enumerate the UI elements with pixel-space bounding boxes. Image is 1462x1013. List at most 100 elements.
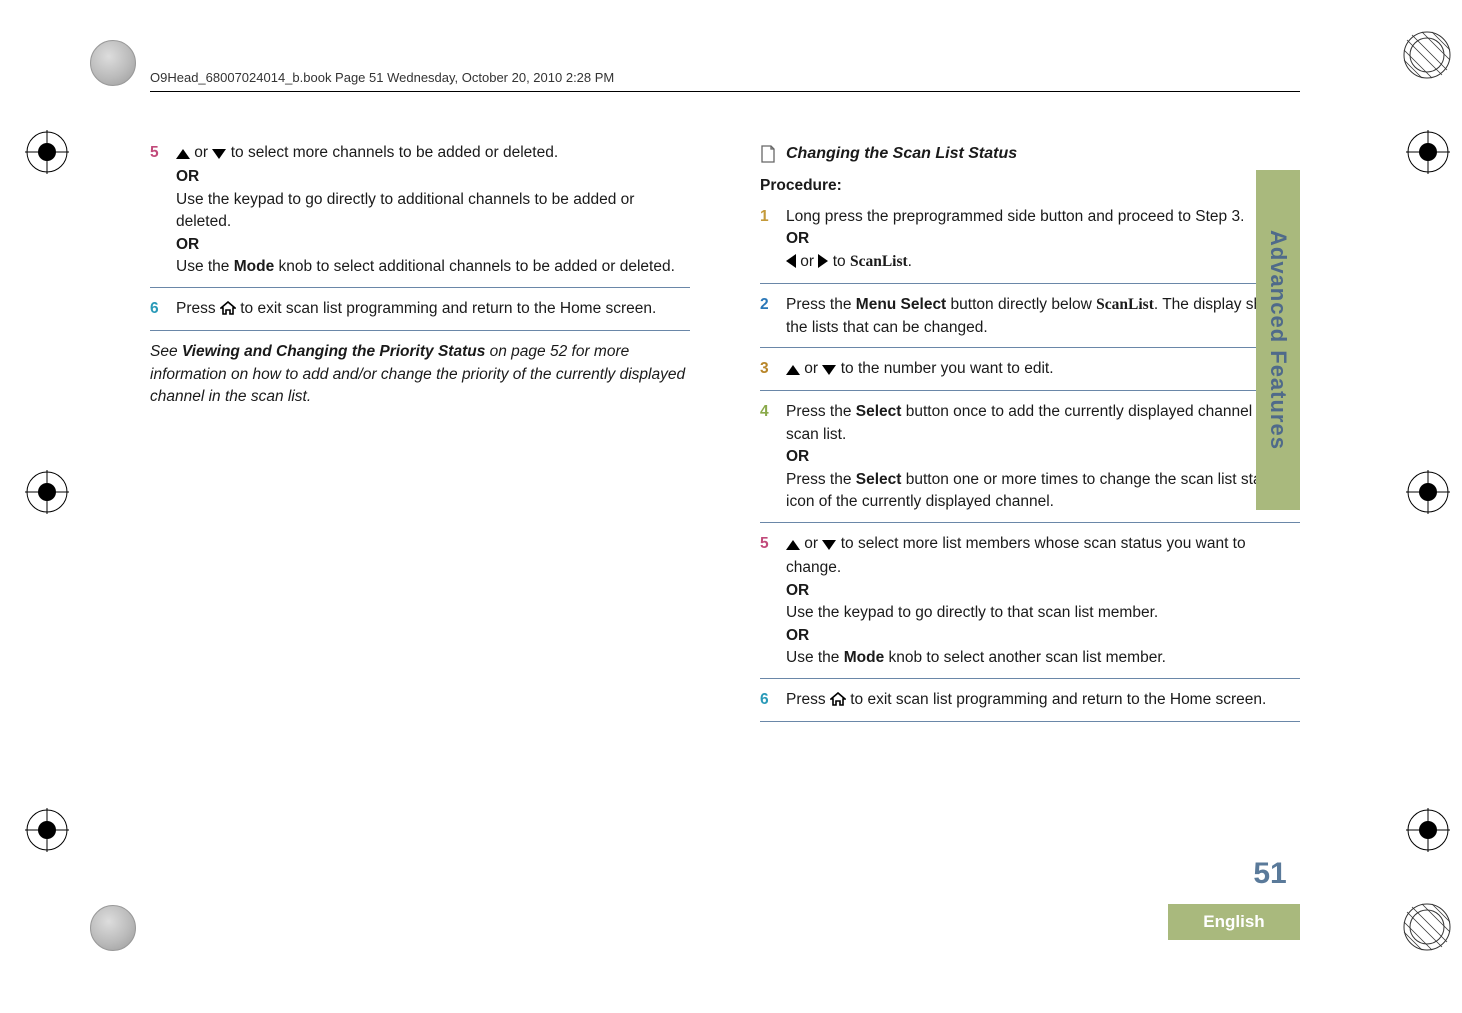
mode-label: Mode (844, 649, 884, 666)
two-column-layout: 5 or to select more channels to be added… (150, 142, 1300, 732)
registration-circle (90, 40, 136, 86)
step-body: Press to exit scan list programming and … (786, 689, 1300, 713)
text: button directly below (946, 296, 1096, 313)
step-separator (760, 522, 1300, 523)
step-separator (150, 287, 690, 288)
text: or (800, 535, 822, 552)
language-label: English (1203, 912, 1264, 932)
step-5-left: 5 or to select more channels to be added… (150, 142, 690, 279)
crop-mark-icon (25, 130, 69, 174)
text: Use the keypad to go directly to that sc… (786, 604, 1158, 621)
step-number: 5 (760, 533, 774, 670)
step-number: 5 (150, 142, 164, 279)
text: Use the keypad to go directly to additio… (176, 191, 634, 230)
header-rule (150, 91, 1300, 92)
scanlist-label: ScanList (1096, 296, 1154, 313)
step-6-left: 6 Press to exit scan list programming an… (150, 298, 690, 322)
step-number: 1 (760, 206, 774, 275)
side-tab: Advanced Features (1256, 170, 1300, 510)
page-number: 51 (1253, 857, 1286, 891)
up-triangle-icon (176, 144, 190, 166)
section-heading: Changing the Scan List Status (760, 142, 1300, 165)
step-separator (760, 721, 1300, 722)
running-head: O9Head_68007024014_b.book Page 51 Wednes… (150, 70, 1300, 85)
text: Press the (786, 471, 856, 488)
step-body: Long press the preprogrammed side button… (786, 206, 1300, 275)
cross-ref: Viewing and Changing the Priority Status (182, 343, 485, 360)
or-label: OR (786, 448, 809, 465)
scanlist-label: ScanList (850, 253, 908, 270)
home-icon (830, 691, 846, 713)
step-number: 4 (760, 401, 774, 513)
step-number: 6 (760, 689, 774, 713)
page-content: O9Head_68007024014_b.book Page 51 Wednes… (150, 70, 1300, 940)
step-6-right: 6 Press to exit scan list programming an… (760, 689, 1300, 713)
crop-mark-icon (1406, 808, 1450, 852)
crop-mark-icon (25, 470, 69, 514)
crop-mark-icon (1406, 470, 1450, 514)
text: to select more channels to be added or d… (226, 144, 558, 161)
text: Long press the preprogrammed side button… (786, 208, 1244, 225)
text: or (190, 144, 212, 161)
left-triangle-icon (786, 253, 796, 275)
text: or (796, 253, 818, 270)
step-body: or to select more channels to be added o… (176, 142, 690, 279)
text: Use the (786, 649, 844, 666)
text: knob to select another scan list member. (884, 649, 1166, 666)
hatch-circle-icon (1402, 902, 1452, 952)
or-label: OR (786, 230, 809, 247)
registration-circle (90, 905, 136, 951)
text: Press the (786, 296, 856, 313)
section-title: Changing the Scan List Status (786, 142, 1017, 165)
crop-mark-icon (1406, 130, 1450, 174)
step-body: or to the number you want to edit. (786, 358, 1300, 382)
step-body: Press to exit scan list programming and … (176, 298, 690, 322)
document-icon (760, 145, 776, 163)
text: to exit scan list programming and return… (846, 691, 1266, 708)
left-column: 5 or to select more channels to be added… (150, 142, 690, 732)
step-3-right: 3 or to the number you want to edit. (760, 358, 1300, 382)
or-label: OR (176, 168, 199, 185)
language-box: English (1168, 904, 1300, 940)
select-label: Select (856, 403, 902, 420)
right-triangle-icon (818, 253, 828, 275)
menu-select-label: Menu Select (856, 296, 946, 313)
or-label: OR (176, 236, 199, 253)
home-icon (220, 300, 236, 322)
step-body: Press the Menu Select button directly be… (786, 294, 1300, 339)
step-body: or to select more list members whose sca… (786, 533, 1300, 670)
see-note: See Viewing and Changing the Priority St… (150, 341, 690, 408)
down-triangle-icon (212, 144, 226, 166)
step-number: 6 (150, 298, 164, 322)
text: knob to select additional channels to be… (274, 258, 675, 275)
right-column: Changing the Scan List Status Procedure:… (760, 142, 1300, 732)
page-number-box: 51 (1240, 850, 1300, 898)
step-4-right: 4 Press the Select button once to add th… (760, 401, 1300, 513)
procedure-label: Procedure: (760, 175, 1300, 197)
text: Press (176, 300, 220, 317)
step-separator (760, 390, 1300, 391)
down-triangle-icon (822, 360, 836, 382)
step-number: 3 (760, 358, 774, 382)
or-label: OR (786, 582, 809, 599)
up-triangle-icon (786, 535, 800, 557)
text: Press the (786, 403, 856, 420)
text: to the number you want to edit. (836, 360, 1053, 377)
text: to exit scan list programming and return… (236, 300, 656, 317)
side-tab-label: Advanced Features (1265, 230, 1291, 450)
text: to select more list members whose scan s… (786, 535, 1246, 576)
text: See (150, 343, 182, 360)
step-separator (760, 283, 1300, 284)
mode-label: Mode (234, 258, 274, 275)
step-body: Press the Select button once to add the … (786, 401, 1300, 513)
crop-mark-icon (25, 808, 69, 852)
select-label: Select (856, 471, 902, 488)
hatch-circle-icon (1402, 30, 1452, 80)
down-triangle-icon (822, 535, 836, 557)
text: . (908, 253, 912, 270)
step-5-right: 5 or to select more list members whose s… (760, 533, 1300, 670)
step-number: 2 (760, 294, 774, 339)
step-1-right: 1 Long press the preprogrammed side butt… (760, 206, 1300, 275)
text: to (828, 253, 850, 270)
step-separator (760, 678, 1300, 679)
